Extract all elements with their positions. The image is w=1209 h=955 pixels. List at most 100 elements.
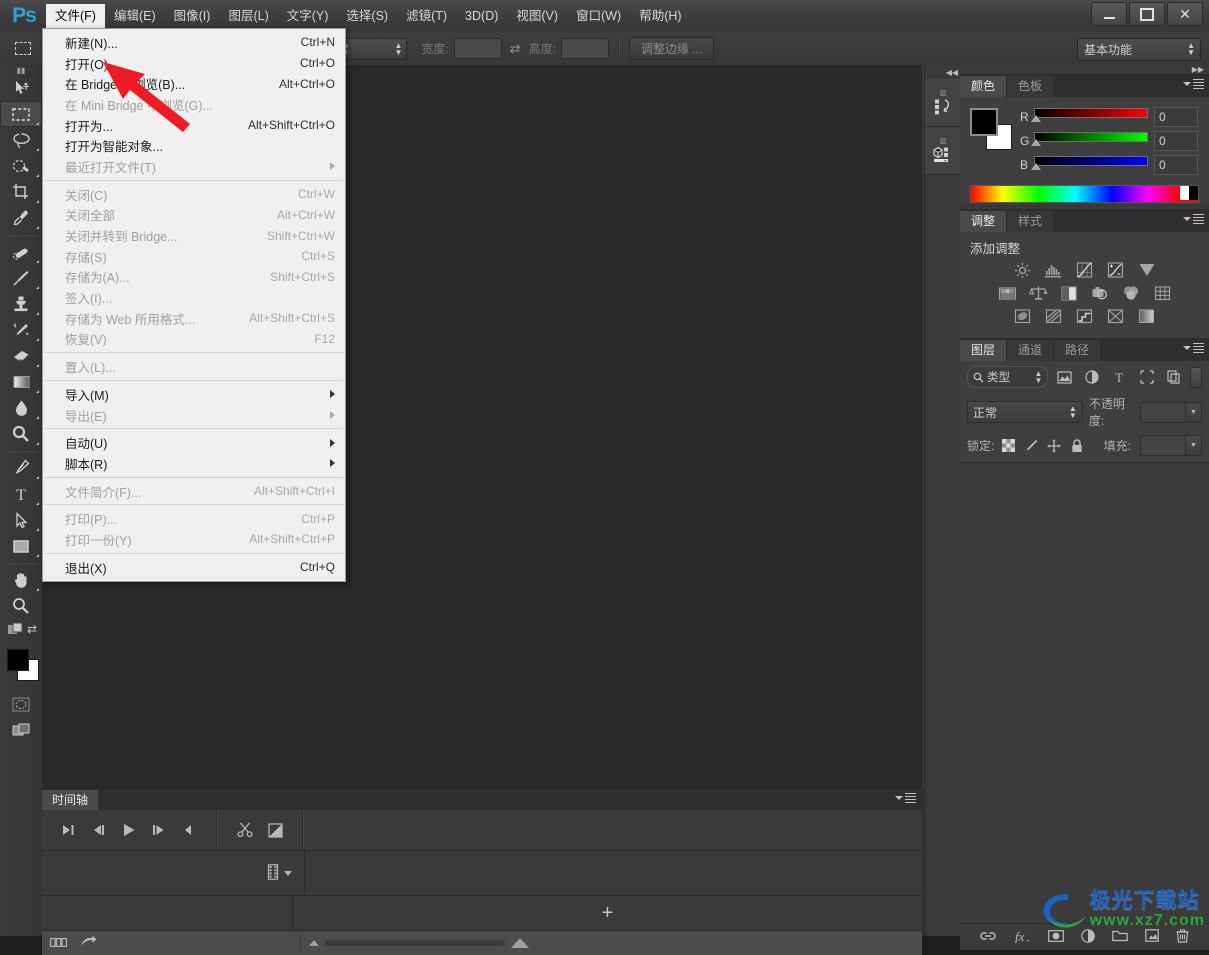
menu-3d[interactable]: 3D(D) xyxy=(456,4,507,29)
blur-tool[interactable] xyxy=(0,395,42,421)
black-white-icon[interactable] xyxy=(1058,284,1080,302)
previous-frame-icon[interactable] xyxy=(84,815,114,845)
foreground-color-swatch[interactable] xyxy=(970,108,998,136)
chevron-down-icon[interactable] xyxy=(284,870,292,876)
lock-transparent-icon[interactable] xyxy=(999,437,1017,455)
opacity-dropdown-icon[interactable]: ▼ xyxy=(1186,401,1202,423)
eraser-tool[interactable] xyxy=(0,343,42,369)
tab-adjustments[interactable]: 调整 xyxy=(960,211,1008,232)
fill-dropdown-icon[interactable]: ▼ xyxy=(1186,435,1202,456)
gradient-tool[interactable] xyxy=(0,369,42,395)
menu-type[interactable]: 文字(Y) xyxy=(278,4,338,29)
gradient-map-icon[interactable] xyxy=(1105,307,1127,325)
dock-collapse-button[interactable]: ◀◀ xyxy=(925,65,961,79)
smart-object-filter-icon[interactable] xyxy=(1163,368,1184,387)
color-lookup-icon[interactable] xyxy=(1151,284,1173,302)
zoom-tool[interactable] xyxy=(0,593,42,619)
blend-mode-select[interactable]: 正常 ▲ ▼ xyxy=(967,401,1083,423)
menu-window[interactable]: 窗口(W) xyxy=(567,4,630,29)
red-value-input[interactable]: 0 xyxy=(1154,107,1198,127)
brush-tool[interactable] xyxy=(0,265,42,291)
menu-select[interactable]: 选择(S) xyxy=(337,4,397,29)
menu-edit[interactable]: 编辑(E) xyxy=(105,4,165,29)
menu-item-scripts[interactable]: 脚本(R) xyxy=(43,453,345,474)
green-slider-thumb[interactable] xyxy=(1031,139,1041,146)
tab-channels[interactable]: 通道 xyxy=(1007,340,1055,361)
layers-panel-menu-button[interactable] xyxy=(1183,343,1204,353)
tab-swatches[interactable]: 色板 xyxy=(1007,76,1055,97)
menu-image[interactable]: 图像(I) xyxy=(165,4,220,29)
tab-paths[interactable]: 路径 xyxy=(1054,340,1102,361)
next-frame-icon[interactable] xyxy=(144,815,174,845)
timeline-panel-menu-button[interactable] xyxy=(895,793,916,803)
filmstrip-icon[interactable] xyxy=(266,863,280,883)
close-button[interactable]: ✕ xyxy=(1167,2,1203,26)
delete-layer-icon[interactable] xyxy=(1176,928,1189,946)
render-video-icon[interactable] xyxy=(80,935,97,951)
blue-slider-thumb[interactable] xyxy=(1031,163,1041,170)
menu-layer[interactable]: 图层(L) xyxy=(219,4,277,29)
mini-bridge-panel-icon[interactable]: ▥ xyxy=(925,127,961,175)
color-spectrum-ramp[interactable] xyxy=(970,185,1199,203)
timeline-track-area[interactable] xyxy=(305,851,922,895)
tab-color[interactable]: 颜色 xyxy=(960,76,1008,97)
exposure-icon[interactable] xyxy=(1105,261,1127,279)
add-mask-icon[interactable] xyxy=(1048,929,1064,945)
quick-mask-edit-icon[interactable] xyxy=(8,622,24,639)
audio-icon[interactable] xyxy=(174,815,204,845)
tab-layers[interactable]: 图层 xyxy=(960,340,1008,361)
filter-toggle-switch[interactable] xyxy=(1190,366,1203,388)
eyedropper-tool[interactable] xyxy=(0,205,42,231)
convert-frames-icon[interactable] xyxy=(50,936,67,950)
menu-item-open-as[interactable]: 打开为... Alt+Shift+Ctrl+O xyxy=(43,115,345,136)
zoom-in-icon[interactable] xyxy=(511,938,529,948)
black-swatch[interactable] xyxy=(1189,186,1198,200)
go-to-first-frame-icon[interactable] xyxy=(54,815,84,845)
dodge-tool[interactable] xyxy=(0,421,42,447)
hand-tool[interactable] xyxy=(0,567,42,593)
green-value-input[interactable]: 0 xyxy=(1154,131,1198,151)
adjustments-panel-menu-button[interactable] xyxy=(1183,214,1204,224)
fx-icon[interactable]: fx xyxy=(1013,929,1031,946)
move-tool[interactable] xyxy=(0,75,42,101)
horizontal-type-tool[interactable]: T xyxy=(0,481,42,507)
fill-input[interactable] xyxy=(1140,435,1186,456)
new-adjustment-icon[interactable] xyxy=(1081,928,1095,946)
menu-view[interactable]: 视图(V) xyxy=(507,4,567,29)
swap-colors-icon[interactable]: ⇄ xyxy=(27,622,37,636)
selective-color-icon[interactable] xyxy=(1136,307,1158,325)
quick-selection-tool[interactable] xyxy=(0,153,42,179)
screen-mode-button[interactable] xyxy=(0,717,42,743)
menu-item-open[interactable]: 打开(O)... Ctrl+O xyxy=(43,53,345,74)
minimize-button[interactable] xyxy=(1091,2,1127,26)
timeline-zoom-slider[interactable] xyxy=(325,940,505,946)
active-tool-preset-button[interactable] xyxy=(8,37,38,61)
menu-file[interactable]: 文件(F) xyxy=(46,4,105,29)
history-panel-icon[interactable]: ▥ xyxy=(925,79,961,127)
blue-slider[interactable] xyxy=(1031,154,1148,176)
tab-timeline[interactable]: 时间轴 xyxy=(42,790,100,810)
split-clip-icon[interactable] xyxy=(230,815,260,845)
green-slider[interactable] xyxy=(1031,130,1148,152)
brightness-contrast-icon[interactable] xyxy=(1012,261,1034,279)
play-icon[interactable] xyxy=(114,815,144,845)
pen-tool[interactable] xyxy=(0,455,42,481)
lock-position-icon[interactable] xyxy=(1045,437,1063,455)
spot-healing-brush-tool[interactable] xyxy=(0,239,42,265)
foreground-background-color[interactable] xyxy=(0,645,42,685)
tab-styles[interactable]: 样式 xyxy=(1007,211,1055,232)
rectangle-tool[interactable] xyxy=(0,533,42,559)
swap-dimensions-icon[interactable]: ⇄ xyxy=(510,41,521,57)
menu-item-exit[interactable]: 退出(X) Ctrl+Q xyxy=(43,557,345,578)
add-media-cell[interactable]: + xyxy=(293,896,922,930)
levels-icon[interactable] xyxy=(1043,261,1065,279)
vibrance-icon[interactable] xyxy=(1136,261,1158,279)
pixel-filter-icon[interactable] xyxy=(1054,368,1075,387)
shape-filter-icon[interactable] xyxy=(1136,368,1157,387)
blue-value-input[interactable]: 0 xyxy=(1154,155,1198,175)
threshold-icon[interactable] xyxy=(1074,307,1096,325)
menu-item-new[interactable]: 新建(N)... Ctrl+N xyxy=(43,32,345,53)
menu-item-open-as-smart-object[interactable]: 打开为智能对象... xyxy=(43,135,345,156)
height-input[interactable] xyxy=(560,38,609,59)
menu-item-automate[interactable]: 自动(U) xyxy=(43,432,345,453)
